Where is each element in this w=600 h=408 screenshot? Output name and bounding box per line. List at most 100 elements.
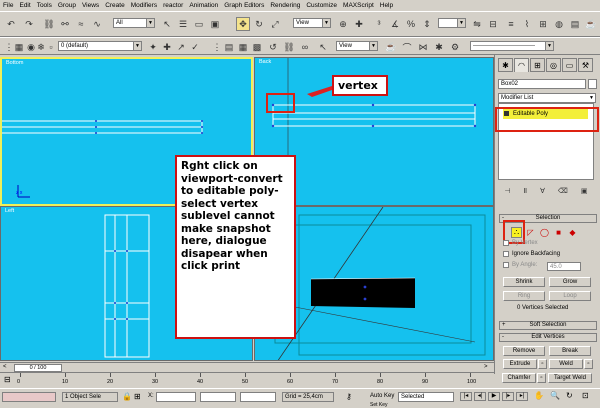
maxscript-listener[interactable] xyxy=(2,392,56,402)
menu-item-rendering[interactable]: Rendering xyxy=(270,2,300,9)
loop-button[interactable]: Loop xyxy=(549,291,591,301)
layer-manager-icon[interactable]: ≡ xyxy=(504,17,518,31)
y-coord-field[interactable] xyxy=(200,392,236,402)
soft-selection-rollout-header[interactable]: + Soft Selection xyxy=(499,321,597,330)
goto-end-icon[interactable]: ▸| xyxy=(516,392,528,401)
pin-stack-icon[interactable]: ⊣ xyxy=(505,187,511,197)
element-subobject-icon[interactable]: ◆ xyxy=(567,227,578,238)
grid-view-icon[interactable]: ▩ xyxy=(250,40,264,54)
utilities-tab-icon[interactable]: ⚒ xyxy=(578,58,593,72)
undo-icon[interactable]: ↶ xyxy=(4,17,18,31)
chain-icon[interactable]: ∞ xyxy=(298,40,312,54)
auto-key-button[interactable]: Auto Key xyxy=(370,393,394,399)
unlink-icon[interactable]: ⚯ xyxy=(58,17,72,31)
menu-item-graph-editors[interactable]: Graph Editors xyxy=(224,2,264,9)
shrink-button[interactable]: Shrink xyxy=(503,277,545,287)
border-subobject-icon[interactable]: ◯ xyxy=(539,227,550,238)
edit-vertices-rollout-header[interactable]: - Edit Vertices xyxy=(499,333,597,342)
lock-selection-icon[interactable]: 🔒 xyxy=(122,392,132,401)
layer-dropdown[interactable]: 0 (default) ▼ xyxy=(58,41,142,51)
by-angle-checkbox[interactable]: By Angle: xyxy=(503,262,537,268)
menu-item-maxscript[interactable]: MAXScript xyxy=(343,2,374,9)
maximize-viewport-icon[interactable]: ⊡ xyxy=(582,391,589,400)
snap-3d-icon[interactable]: ³ xyxy=(372,17,386,31)
by-angle-spinner[interactable]: 45.0 xyxy=(547,262,581,271)
hierarchy-tab-icon[interactable]: ⊞ xyxy=(530,58,545,72)
menu-item-file[interactable]: File xyxy=(3,2,13,9)
remove-modifier-icon[interactable]: ⌫ xyxy=(558,187,568,197)
weld-button[interactable]: Weld xyxy=(549,359,583,369)
zoom-icon[interactable]: 🔍 xyxy=(550,391,560,400)
create-layer-icon[interactable]: ✦ xyxy=(146,40,160,54)
cursor-icon[interactable]: ↖ xyxy=(316,40,330,54)
view-dropdown[interactable]: View ▼ xyxy=(336,41,378,51)
create-tab-icon[interactable]: ✱ xyxy=(498,58,513,72)
ref-coord-dropdown[interactable]: View ▼ xyxy=(293,18,331,28)
quick-render-icon[interactable]: ☕ xyxy=(584,17,598,31)
settings-icon[interactable]: ⚙ xyxy=(448,40,462,54)
object-name-field[interactable]: Box02 xyxy=(498,79,586,89)
set-current-layer-icon[interactable]: ✓ xyxy=(188,40,202,54)
helper-icon[interactable]: ✱ xyxy=(432,40,446,54)
ring-button[interactable]: Ring xyxy=(503,291,545,301)
schematic-view-icon[interactable]: ⊞ xyxy=(536,17,550,31)
select-rotate-icon[interactable]: ↻ xyxy=(252,17,266,31)
spline-icon[interactable]: ⌒ xyxy=(400,40,414,54)
edge-subobject-icon[interactable]: ◸ xyxy=(525,227,536,238)
modify-tab-icon[interactable]: ◠ xyxy=(514,58,529,72)
goto-start-icon[interactable]: |◂ xyxy=(460,392,472,401)
reset-icon[interactable]: ↺ xyxy=(266,40,280,54)
menu-item-reactor[interactable]: reactor xyxy=(163,2,183,9)
time-slider[interactable]: 0 / 100 xyxy=(14,364,62,372)
rect-selection-icon[interactable]: ▭ xyxy=(192,17,206,31)
select-by-name-icon[interactable]: ☰ xyxy=(176,17,190,31)
redo-icon[interactable]: ↷ xyxy=(22,17,36,31)
display-tab-icon[interactable]: ▭ xyxy=(562,58,577,72)
shape-icon[interactable]: ⋈ xyxy=(416,40,430,54)
motion-tab-icon[interactable]: ◎ xyxy=(546,58,561,72)
break-button[interactable]: Break xyxy=(549,346,591,356)
ignore-backfacing-checkbox[interactable]: Ignore Backfacing xyxy=(503,251,560,257)
by-vertex-checkbox[interactable]: By Vertex xyxy=(503,240,538,246)
absolute-mode-icon[interactable]: ⊞ xyxy=(134,392,141,401)
select-scale-icon[interactable]: ⤢ xyxy=(268,17,282,31)
select-in-layer-icon[interactable]: ↗ xyxy=(174,40,188,54)
render-setup-icon[interactable]: ▤ xyxy=(568,17,582,31)
track-bar-toggle-icon[interactable]: ⊟ xyxy=(4,375,11,384)
select-object-icon[interactable]: ↖ xyxy=(160,17,174,31)
show-end-result-icon[interactable]: Ⅱ xyxy=(524,187,527,197)
target-weld-button[interactable]: Target Weld xyxy=(548,373,592,383)
x-coord-field[interactable] xyxy=(156,392,196,402)
extrude-settings-icon[interactable]: ▫ xyxy=(538,359,547,369)
named-selection-dropdown[interactable]: ▼ xyxy=(438,18,466,28)
percent-snap-icon[interactable]: % xyxy=(404,17,418,31)
weld-settings-icon[interactable]: ▫ xyxy=(584,359,593,369)
menu-item-customize[interactable]: Customize xyxy=(306,2,337,9)
render-preset-dropdown[interactable]: ------------------------------- ▼ xyxy=(470,41,554,51)
key-icon[interactable]: ⚷ xyxy=(346,392,352,401)
extrude-button[interactable]: Extrude xyxy=(503,359,537,369)
add-to-layer-icon[interactable]: ✚ xyxy=(160,40,174,54)
selection-filter-dropdown[interactable]: All ▼ xyxy=(113,18,155,28)
menu-item-views[interactable]: Views xyxy=(82,2,99,9)
remove-button[interactable]: Remove xyxy=(503,346,545,356)
select-manipulate-icon[interactable]: ✚ xyxy=(352,17,366,31)
list-view-icon[interactable]: ▤ xyxy=(222,40,236,54)
prev-frame-icon[interactable]: < xyxy=(3,364,7,370)
chamfer-button[interactable]: Chamfer xyxy=(502,373,536,383)
align-icon[interactable]: ⊟ xyxy=(486,17,500,31)
menu-item-animation[interactable]: Animation xyxy=(189,2,218,9)
track-bar[interactable]: ⊟ 0 10 20 30 40 50 60 70 80 90 100 xyxy=(0,372,494,387)
polygon-subobject-icon[interactable]: ■ xyxy=(553,227,564,238)
next-key-icon[interactable]: |▸ xyxy=(502,392,514,401)
set-key-button[interactable]: Set Key xyxy=(370,402,388,408)
prev-key-icon[interactable]: ◂| xyxy=(474,392,486,401)
play-icon[interactable]: ▶ xyxy=(488,392,500,401)
table-view-icon[interactable]: ▦ xyxy=(236,40,250,54)
render-icon[interactable]: ▫ xyxy=(44,40,58,54)
object-color-swatch[interactable] xyxy=(588,79,597,89)
spinner-snap-icon[interactable]: ⇕ xyxy=(420,17,434,31)
teapot-icon[interactable]: ☕ xyxy=(384,40,398,54)
pivot-center-icon[interactable]: ⊕ xyxy=(336,17,350,31)
menu-item-tools[interactable]: Tools xyxy=(37,2,52,9)
